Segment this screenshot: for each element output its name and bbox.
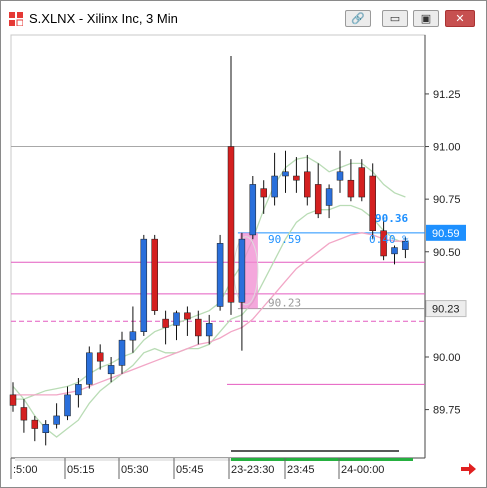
candle-body [347,179,355,198]
candle-body [107,365,115,375]
candle-body [129,331,137,341]
candle-body [304,171,311,198]
x-tick-label: 23:45 [287,464,315,476]
y-tick-label: 90.50 [433,247,461,259]
highlight-bottom-label: 90.23 [268,297,301,310]
candle-body [53,415,60,425]
change-price-label: 90.36 [375,212,408,225]
y-tick-label: 91.25 [433,89,461,101]
candle-body [238,238,246,303]
current-price-label: 90.59 [432,228,460,240]
candle-body [249,184,257,236]
price-chart[interactable]: 89.7590.0090.2590.5090.7591.0091.25 :5:0… [1,1,486,487]
highlight-top-label: 90.59 [268,233,301,246]
y-tick-label: 91.00 [433,142,461,154]
y-tick-label: 89.75 [433,405,461,417]
candle-body [86,352,93,385]
candle-body [118,339,126,366]
candle-body [336,171,344,181]
x-tick-label: 05:30 [121,464,149,476]
x-tick-label: :5:00 [13,464,37,476]
candle-body [391,247,398,255]
candle-body [293,175,300,181]
candle-body [271,175,278,198]
chart-window: S.XLNX - Xilinx Inc, 3 Min 🔗 ▭ ▣ ✕ 89.75… [0,0,487,488]
x-tick-label: 05:15 [67,464,95,476]
candle-body [9,394,17,406]
candle-body [173,312,180,326]
candle-body [151,238,158,311]
candle-body [358,167,366,198]
candle-body [96,352,104,362]
candle-body [64,394,71,417]
candle-body [184,312,191,320]
candle-body [42,424,49,433]
candle-body [325,188,333,206]
candle-body [216,243,224,307]
candle-body [162,318,169,328]
x-tick-label: 24-00:00 [341,464,384,476]
candle-body [75,384,82,396]
y-tick-label: 90.75 [433,194,461,206]
candle-body [20,407,28,421]
marker-price-label: 90.23 [432,304,460,316]
change-percent-label: 0.40 % [369,233,409,246]
candle-body [282,171,289,177]
scroll-right-arrow-icon[interactable] [459,462,477,476]
candle-body [260,188,267,198]
candle-body [205,323,213,337]
x-tick-label: 05:45 [176,464,204,476]
y-tick-label: 90.00 [433,352,461,364]
candle-body [195,318,202,337]
scroll-thumb[interactable] [231,458,413,461]
candle-body [227,146,235,303]
candle-body [140,238,148,332]
candle-body [31,419,39,429]
x-tick-label: 23-23:30 [231,464,274,476]
candle-body [314,184,322,215]
